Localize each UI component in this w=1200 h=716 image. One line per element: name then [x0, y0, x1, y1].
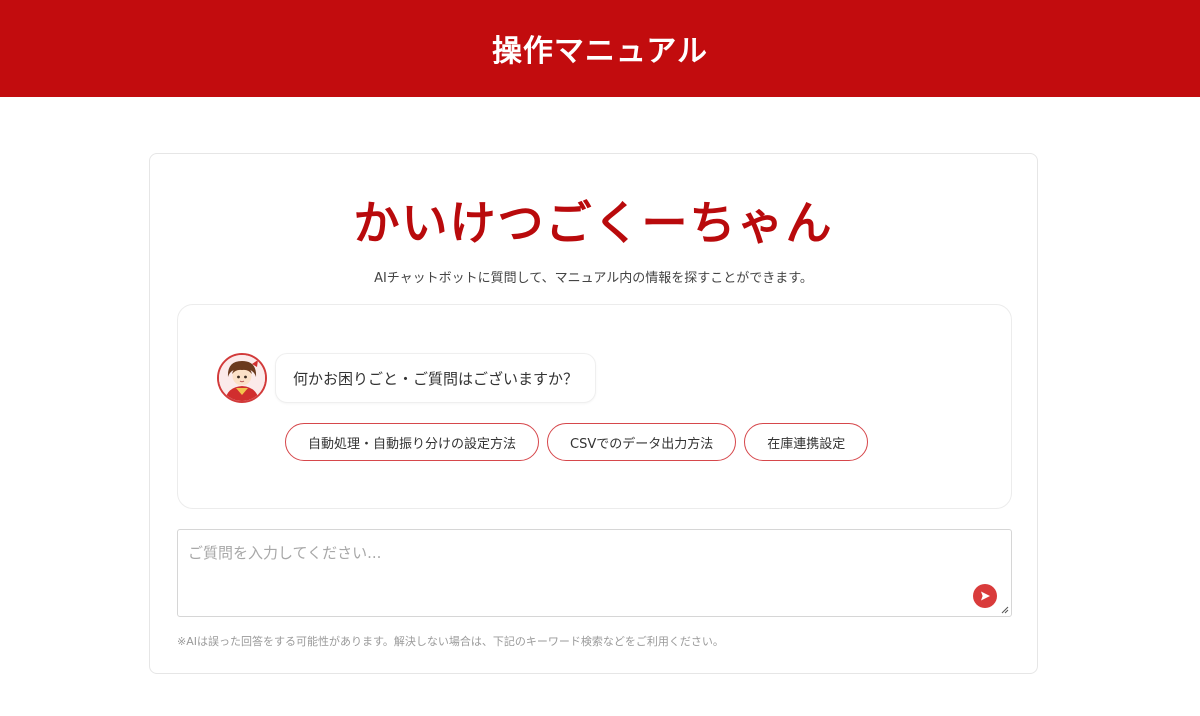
resize-handle-icon[interactable] — [1001, 606, 1009, 614]
chatbot-card: かいけつごくーちゃん AIチャットボットに質問して、マニュアル内の情報を探すこと… — [149, 153, 1038, 674]
question-input-container — [177, 529, 1012, 617]
suggestion-chip-inventory-sync[interactable]: 在庫連携設定 — [744, 423, 869, 461]
page-title: 操作マニュアル — [491, 33, 709, 69]
bot-avatar — [217, 353, 267, 403]
bot-message-bubble: 何かお困りごと・ご質問はございますか？ — [275, 353, 597, 403]
ai-disclaimer: ※AIは誤った回答をする可能性があります。解決しない場合は、下記のキーワード検索… — [177, 635, 724, 648]
send-button[interactable] — [973, 584, 997, 608]
suggestion-chip-csv-export[interactable]: CSVでのデータ出力方法 — [547, 423, 737, 461]
bot-avatar-illustration — [219, 355, 265, 401]
send-icon — [981, 591, 990, 601]
bot-name-heading: かいけつごくーちゃん — [353, 196, 834, 250]
bot-description: AIチャットボットに質問して、マニュアル内の情報を探すことができます。 — [374, 271, 813, 286]
suggestion-chips: 自動処理・自動振り分けの設定方法 CSVでのデータ出力方法 在庫連携設定 — [285, 423, 869, 461]
page-header: 操作マニュアル — [0, 0, 1200, 97]
bot-message-text: 何かお困りごと・ご質問はございますか？ — [293, 369, 579, 388]
question-input[interactable] — [178, 530, 1011, 616]
suggestion-chip-auto-processing[interactable]: 自動処理・自動振り分けの設定方法 — [285, 423, 540, 461]
chat-history: 何かお困りごと・ご質問はございますか？ 自動処理・自動振り分けの設定方法 CSV… — [177, 304, 1012, 509]
